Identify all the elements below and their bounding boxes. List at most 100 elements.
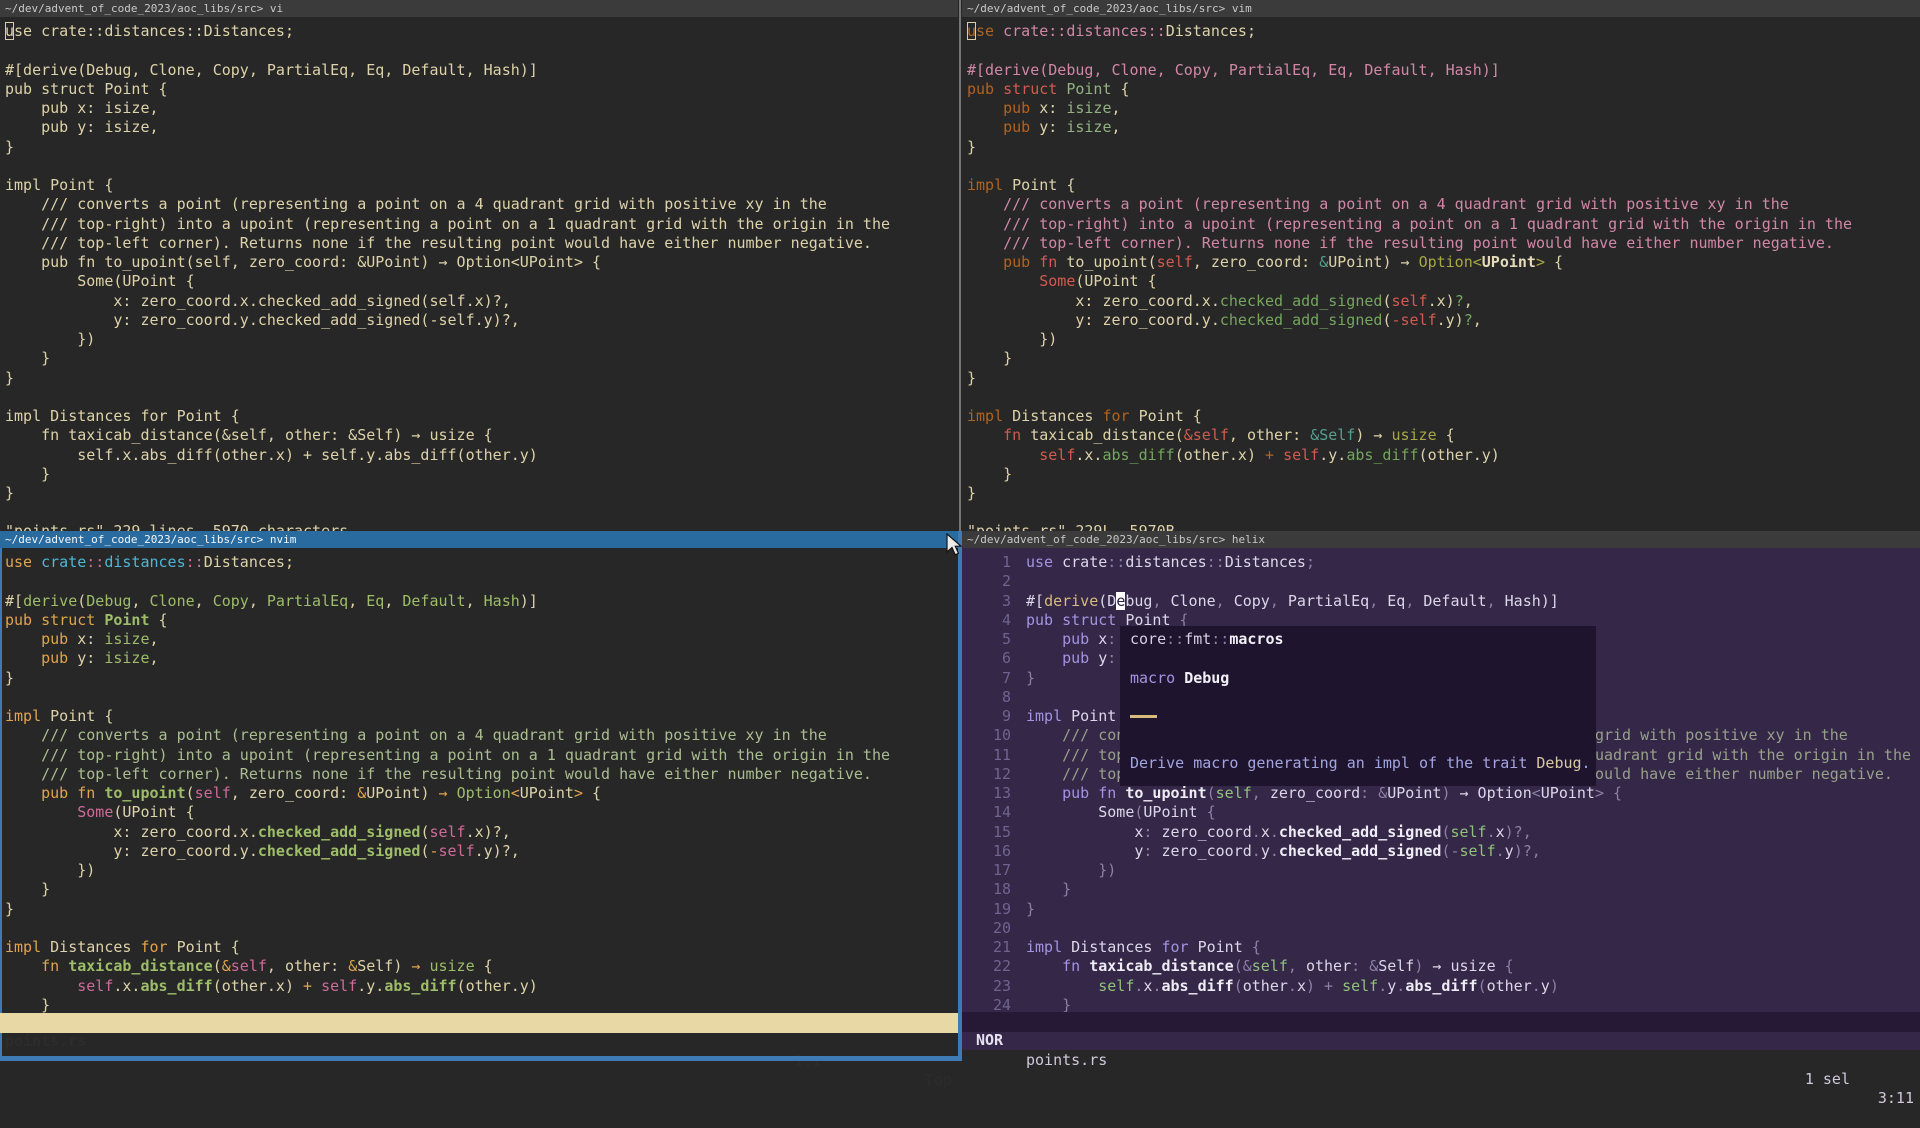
token[interactable] (967, 446, 1039, 464)
token[interactable] (32, 611, 41, 629)
token[interactable]: pub fn to_upoint(self, zero_coord: &UPoi… (5, 253, 601, 271)
token[interactable] (994, 80, 1003, 98)
token[interactable]: , (1473, 311, 1482, 329)
token[interactable]: distances (1125, 553, 1206, 571)
token[interactable]: x (1297, 977, 1306, 995)
token[interactable]: ) (1550, 977, 1559, 995)
token[interactable]: .x. (113, 977, 140, 995)
token[interactable]: se crate::distances::Distances; (14, 22, 294, 40)
token[interactable]: + (1324, 977, 1333, 995)
token[interactable] (1057, 80, 1066, 98)
token[interactable]: self (1391, 292, 1427, 310)
token[interactable]: > (1595, 784, 1604, 802)
token[interactable]: y: zero_coord.y. (5, 842, 258, 860)
token[interactable] (1315, 977, 1324, 995)
token[interactable]: . (1288, 977, 1297, 995)
token[interactable]: , (1270, 592, 1279, 610)
token[interactable]: pub (5, 611, 32, 629)
token[interactable]: struct (1003, 80, 1057, 98)
token[interactable]: Point (1066, 80, 1111, 98)
code-line[interactable]: pub fn to_upoint(self, zero_coord: &UPoi… (5, 784, 958, 803)
token[interactable]: ( (1207, 784, 1216, 802)
token[interactable]: #[ (5, 592, 23, 610)
token[interactable]: derive (23, 592, 77, 610)
code-line[interactable]: pub struct Point { (967, 80, 1920, 99)
token[interactable]: derive (1044, 592, 1098, 610)
token[interactable]: /// converts a point (representing a poi… (967, 195, 1789, 213)
token[interactable]: self (1157, 253, 1193, 271)
code-line[interactable]: #[derive(Debug, Clone, Copy, PartialEq, … (5, 592, 958, 611)
token[interactable]: abs_diff (1102, 446, 1174, 464)
token[interactable]: → (439, 784, 448, 802)
token[interactable]: Point { (1130, 407, 1202, 425)
token[interactable]: checked_add_signed (1279, 842, 1442, 860)
token[interactable]: impl (967, 407, 1003, 425)
token[interactable]: pub x: isize, (5, 99, 159, 117)
token[interactable] (68, 784, 77, 802)
token[interactable]: Point (1189, 938, 1252, 956)
token[interactable]: , (1369, 592, 1378, 610)
token[interactable]: ? (1455, 292, 1464, 310)
token[interactable]: .x)?, (466, 823, 511, 841)
token[interactable]: , (150, 649, 159, 667)
token[interactable]: to_upoint( (1057, 253, 1156, 271)
token[interactable]: :: (186, 553, 204, 571)
token[interactable]: y: (1030, 118, 1066, 136)
token[interactable]: Some (1026, 803, 1134, 821)
code-line[interactable]: Some(UPoint { (1026, 803, 1920, 822)
token[interactable]: } (1026, 900, 1035, 918)
token[interactable]: & (1243, 957, 1252, 975)
code-line[interactable]: use crate::distances::Distances; (5, 553, 958, 572)
code-line[interactable]: fn taxicab_distance(&self, other: &Self)… (5, 426, 958, 445)
token[interactable]: ; (1306, 553, 1315, 571)
token[interactable]: fmt (1184, 630, 1211, 648)
pane-nvim[interactable]: ~/dev/advent_of_code_2023/aoc_libs/src> … (0, 531, 958, 1061)
token[interactable]: } (967, 349, 1012, 367)
token[interactable] (1604, 784, 1613, 802)
token[interactable]: se (976, 22, 994, 40)
token[interactable] (1030, 253, 1039, 271)
token[interactable]: other (1243, 977, 1288, 995)
token[interactable]: .y) (1437, 311, 1464, 329)
token[interactable]: & (357, 784, 366, 802)
token[interactable]: impl (1026, 707, 1062, 725)
token[interactable]: fn taxicab_distance(&self, other: &Self)… (5, 426, 493, 444)
token[interactable]: x: zero_coord.x. (967, 292, 1220, 310)
token[interactable]: .x) (1428, 292, 1455, 310)
token[interactable] (1026, 649, 1062, 667)
token[interactable]: (other.x) (213, 977, 303, 995)
token[interactable]: ) (420, 784, 438, 802)
token[interactable]: )] (520, 592, 538, 610)
token[interactable]: , zero_coord: (231, 784, 357, 802)
token[interactable]: impl Point { (5, 176, 113, 194)
token[interactable]: Debug (1536, 754, 1581, 772)
token[interactable] (1026, 977, 1098, 995)
token[interactable]: x: zero_coord.x. (5, 823, 258, 841)
token[interactable]: u (5, 22, 14, 40)
code-line[interactable]: x: zero_coord.x.checked_add_signed(self.… (5, 823, 958, 842)
code-line[interactable]: /// converts a point (representing a poi… (967, 195, 1920, 214)
token[interactable]: :: (1166, 630, 1184, 648)
token[interactable] (59, 957, 68, 975)
token[interactable]: UPoint (366, 784, 420, 802)
code-line[interactable]: impl Distances for Point { (5, 938, 958, 957)
code-line[interactable]: } (5, 880, 958, 899)
token[interactable]: Point { (41, 707, 113, 725)
token[interactable] (5, 784, 41, 802)
token[interactable] (95, 784, 104, 802)
token[interactable]: crate (41, 553, 86, 571)
token[interactable]: } (5, 465, 50, 483)
token[interactable]: Copy (1225, 592, 1270, 610)
code-line[interactable] (967, 41, 1920, 60)
token[interactable]: :: (86, 553, 104, 571)
token[interactable]: { (1505, 957, 1514, 975)
code-line[interactable] (5, 41, 958, 60)
token[interactable]: isize (1066, 118, 1111, 136)
token[interactable]: , (195, 592, 213, 610)
token[interactable]: { (1112, 80, 1130, 98)
token[interactable]: } (5, 880, 50, 898)
token[interactable]: { (1207, 803, 1216, 821)
token[interactable]: /// top-left corner). Returns none if th… (5, 234, 872, 252)
token[interactable]: Distances (1062, 938, 1161, 956)
token[interactable]: u (967, 22, 976, 40)
